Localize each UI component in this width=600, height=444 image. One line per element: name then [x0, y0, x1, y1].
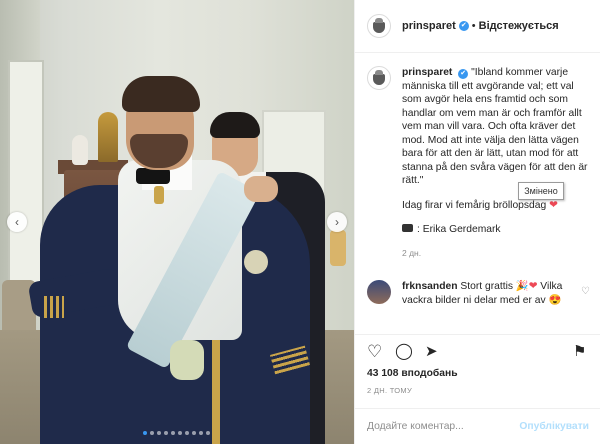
photo-bowtie	[136, 168, 170, 184]
header-separator: •	[471, 20, 476, 32]
royal-crest-icon	[372, 18, 386, 34]
photo-gold-cuff	[44, 296, 64, 318]
photo-hand	[244, 176, 278, 202]
heart-emoji-icon: ❤	[528, 281, 538, 292]
add-comment-bar: Опублікувати	[355, 408, 600, 444]
photo-window	[8, 60, 44, 300]
carousel-dot	[192, 431, 196, 435]
commenter-username[interactable]: frknsanden	[402, 281, 458, 292]
verified-badge-icon: ✔	[458, 69, 469, 79]
comment-input[interactable]	[367, 421, 517, 432]
chevron-right-icon: ›	[335, 215, 339, 229]
carousel-dot	[199, 431, 203, 435]
photo-sash-tassel	[170, 340, 204, 380]
photo-vase	[72, 135, 88, 165]
caption-credit-prefix: :	[417, 224, 420, 235]
carousel-dots	[143, 431, 223, 437]
author-username[interactable]: prinsparet	[402, 20, 456, 32]
carousel-dot	[178, 431, 182, 435]
camera-icon	[402, 224, 413, 232]
comment-item: frknsanden Stort grattis 🎉❤ Vilka vackra…	[367, 280, 593, 307]
chevron-left-icon: ‹	[15, 215, 19, 229]
post-timestamp[interactable]: 2 ДН. ТОМУ	[367, 386, 412, 395]
comment-icon[interactable]: ◯	[395, 343, 413, 361]
commenter-avatar[interactable]	[367, 280, 391, 304]
carousel-dot	[206, 431, 210, 435]
comment-like-icon[interactable]: ♡	[581, 286, 590, 297]
caption-anniversary-line: Idag firar vi femårig bröllopsdag ❤	[402, 199, 593, 213]
likes-count[interactable]: 43 108 вподобань	[367, 368, 458, 379]
photo-medal	[154, 186, 164, 204]
comment-text: frknsanden Stort grattis 🎉❤ Vilka vackra…	[402, 280, 572, 307]
carousel-dot	[150, 431, 154, 435]
carousel-dot	[164, 431, 168, 435]
heart-eyes-emoji-icon: 😍	[548, 294, 562, 306]
comment-line1: Stort grattis	[460, 281, 514, 292]
post-photo[interactable]: ‹ ›	[0, 0, 354, 444]
post-caption: prinsparet ✔ "Ibland kommer varje männis…	[367, 66, 593, 258]
caption-username[interactable]: prinsparet	[402, 67, 452, 78]
photo-sconce	[330, 230, 346, 266]
carousel-dot	[171, 431, 175, 435]
photo-second-person-hair	[210, 112, 260, 138]
heart-emoji-icon: ❤	[549, 199, 558, 211]
carousel-dot	[157, 431, 161, 435]
post-side-panel: prinsparet ✔ • Відстежується prinsparet …	[354, 0, 600, 444]
verified-badge-icon: ✔	[458, 21, 469, 31]
carousel-prev-button[interactable]: ‹	[7, 212, 27, 232]
post-actions: ♡ ◯ ➤ ⚑	[355, 334, 600, 368]
party-emoji-icon: 🎉	[515, 281, 529, 292]
edited-tooltip: Змінено	[518, 182, 564, 200]
share-icon[interactable]: ➤	[425, 343, 438, 361]
following-button[interactable]: Відстежується	[479, 20, 559, 32]
photo-order-star	[244, 250, 268, 274]
publish-button[interactable]: Опублікувати	[519, 421, 589, 432]
caption-credit-line: : Erika Gerdemark	[402, 223, 593, 237]
bookmark-icon[interactable]: ⚑	[573, 343, 586, 361]
caption-credit[interactable]: Erika Gerdemark	[423, 224, 501, 235]
photo-main-person-hair	[122, 76, 200, 112]
author-avatar[interactable]	[367, 14, 391, 38]
caption-line2: Idag firar vi femårig bröllopsdag	[402, 199, 547, 211]
caption-quote: "Ibland kommer varje människa till ett a…	[402, 67, 588, 186]
post-header: prinsparet ✔ • Відстежується	[355, 0, 600, 53]
royal-crest-icon	[372, 70, 386, 86]
instagram-post-modal: ‹ › prinsparet ✔ • Відстежується prinspa…	[0, 0, 600, 444]
caption-author-avatar[interactable]	[367, 66, 391, 90]
carousel-dot	[143, 431, 147, 435]
carousel-dot	[185, 431, 189, 435]
carousel-next-button[interactable]: ›	[327, 212, 347, 232]
caption-age: 2 дн.	[402, 247, 422, 258]
like-icon[interactable]: ♡	[367, 343, 382, 361]
photo-clock	[98, 112, 118, 162]
caption-text: prinsparet ✔ "Ibland kommer varje männis…	[402, 66, 592, 188]
